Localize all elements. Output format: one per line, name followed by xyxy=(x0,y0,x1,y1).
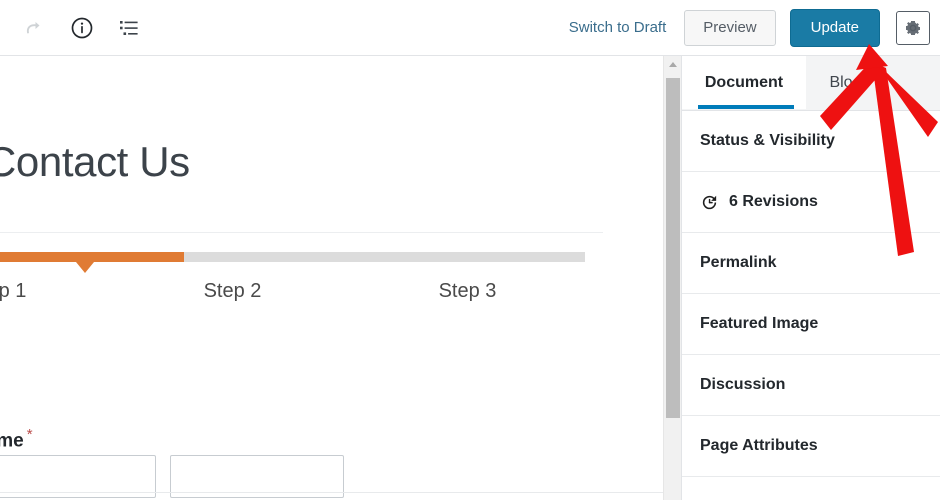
header-right-actions: Switch to Draft Preview Update xyxy=(565,0,940,55)
switch-to-draft-button[interactable]: Switch to Draft xyxy=(565,13,671,42)
gear-icon[interactable] xyxy=(896,10,930,45)
update-button[interactable]: Update xyxy=(789,8,880,47)
panel-permalink-label: Permalink xyxy=(700,254,777,271)
panel-featured-image-label: Featured Image xyxy=(700,315,819,332)
canvas-scrollbar[interactable] xyxy=(663,56,681,500)
panel-discussion-label: Discussion xyxy=(700,376,786,393)
panel-status-visibility-label: Status & Visibility xyxy=(700,132,835,149)
editor-header: Switch to Draft Preview Update xyxy=(0,0,940,56)
scrollbar-thumb[interactable] xyxy=(666,78,680,418)
progress-fill xyxy=(0,252,184,262)
step-indicator-1[interactable]: Step 1 xyxy=(0,280,115,303)
panel-discussion[interactable]: Discussion xyxy=(682,355,940,416)
step-indicator-3[interactable]: Step 3 xyxy=(350,280,585,303)
panel-featured-image[interactable]: Featured Image xyxy=(682,294,940,355)
sidebar-tabs: Document Block xyxy=(682,56,940,111)
header-left-tools xyxy=(14,0,150,55)
panel-page-attributes[interactable]: Page Attributes xyxy=(682,416,940,477)
redo-icon[interactable] xyxy=(14,8,54,48)
page-title[interactable]: Contact Us xyxy=(0,138,190,186)
panel-permalink[interactable]: Permalink xyxy=(682,233,940,294)
name-field-label-text: Name xyxy=(0,430,24,452)
canvas-bottom-divider xyxy=(0,492,663,493)
panel-revisions[interactable]: 6 Revisions xyxy=(682,172,940,233)
title-divider xyxy=(0,232,603,233)
tab-document[interactable]: Document xyxy=(682,56,806,109)
editor-screen: Switch to Draft Preview Update Contact U… xyxy=(0,0,940,500)
info-icon[interactable] xyxy=(62,8,102,48)
scroll-up-arrow-icon[interactable] xyxy=(664,56,681,73)
revisions-clock-icon xyxy=(700,193,719,212)
form-progress-bar xyxy=(0,252,585,273)
settings-sidebar: Document Block Status & Visibility 6 Rev… xyxy=(681,56,940,500)
step-indicator-2[interactable]: Step 2 xyxy=(115,280,350,303)
tab-block[interactable]: Block xyxy=(806,56,892,109)
panel-page-attributes-label: Page Attributes xyxy=(700,437,818,454)
panel-revisions-label: 6 Revisions xyxy=(729,193,818,210)
form-steps: Step 1 Step 2 Step 3 xyxy=(0,280,585,303)
progress-caret-icon xyxy=(76,262,94,273)
name-field-label: Name* xyxy=(0,426,33,452)
list-view-icon[interactable] xyxy=(110,8,150,48)
panel-status-visibility[interactable]: Status & Visibility xyxy=(682,111,940,172)
required-asterisk: * xyxy=(26,426,33,443)
preview-button[interactable]: Preview xyxy=(684,9,776,46)
editor-canvas[interactable]: Contact Us Step 1 Step 2 Step 3 Name* Fi… xyxy=(0,56,663,500)
